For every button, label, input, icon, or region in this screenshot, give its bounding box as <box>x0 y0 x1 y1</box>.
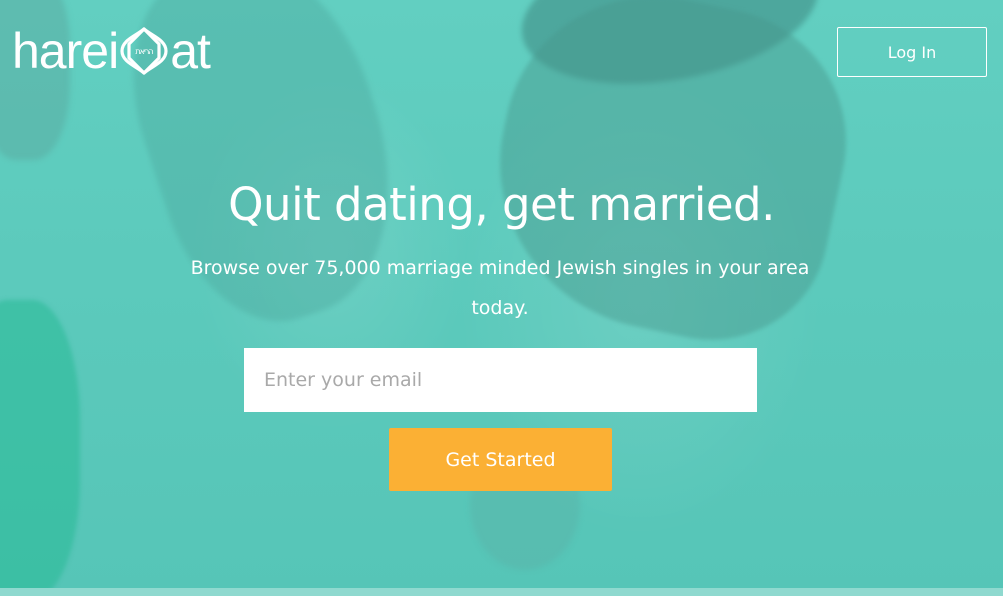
hero-headline: Quit dating, get married. <box>228 178 775 231</box>
brand-logo[interactable]: harei הריאת at <box>12 23 211 79</box>
brand-name-left: harei <box>12 23 119 79</box>
bottom-divider <box>0 588 1003 596</box>
background-photo-shape <box>0 300 80 596</box>
diamond-ring-mark-icon: הריאת <box>120 27 168 75</box>
get-started-button[interactable]: Get Started <box>389 428 612 491</box>
brand-name-right: at <box>170 23 211 79</box>
login-button[interactable]: Log In <box>837 27 987 77</box>
hero-subheadline: Browse over 75,000 marriage minded Jewis… <box>190 257 810 319</box>
email-input[interactable] <box>244 348 757 412</box>
brand-mark-label: הריאת <box>136 47 154 56</box>
